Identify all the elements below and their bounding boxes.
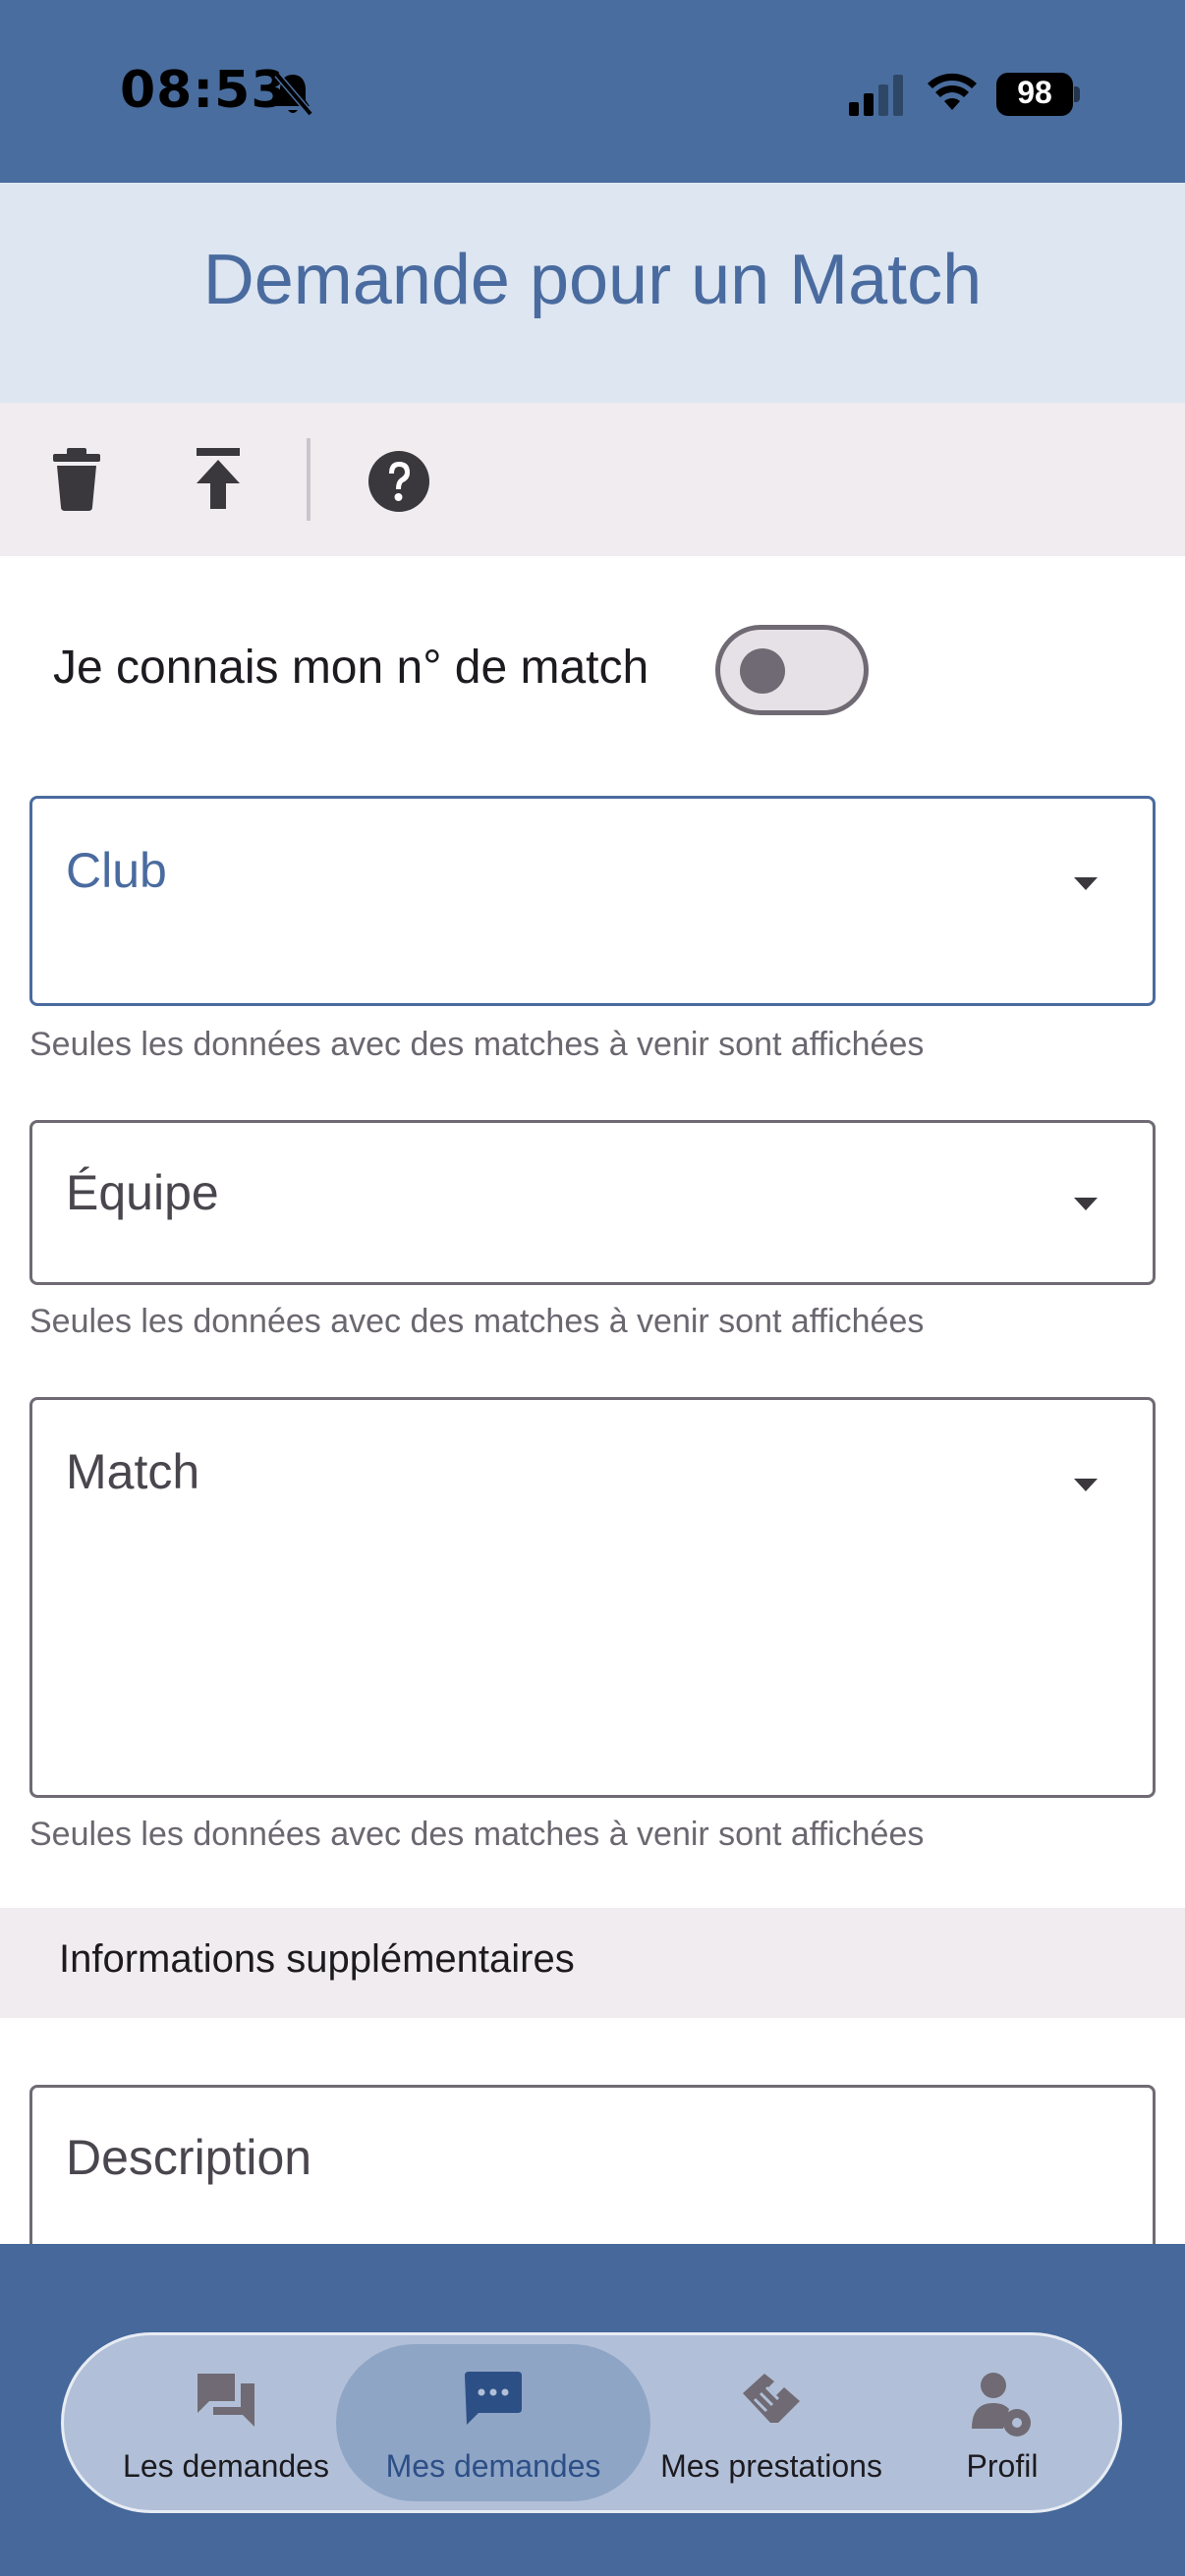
match-number-toggle-label: Je connais mon n° de match	[53, 642, 649, 694]
chat-bubbles-icon	[198, 2374, 254, 2427]
bell-muted-icon	[274, 72, 313, 117]
match-select[interactable]: Match	[29, 1397, 1156, 1798]
status-time: 08:53	[120, 61, 288, 120]
nav-les-demandes[interactable]: Les demandes	[110, 2362, 342, 2490]
toolbar-divider	[307, 438, 310, 521]
user-settings-icon	[972, 2373, 1031, 2436]
chevron-down-icon	[1074, 1479, 1098, 1491]
club-select-label: Club	[66, 843, 167, 898]
message-dots-icon	[465, 2372, 522, 2425]
club-select[interactable]: Club	[29, 796, 1156, 1006]
chevron-down-icon	[1074, 877, 1098, 890]
handshake-icon	[743, 2374, 800, 2423]
nav-mes-demandes[interactable]: Mes demandes	[375, 2362, 611, 2490]
page-title: Demande pour un Match	[202, 241, 983, 319]
nav-mes-prestations[interactable]: Mes prestations	[649, 2362, 894, 2490]
wifi-icon	[928, 73, 977, 110]
status-bar: 08:53 98	[0, 0, 1185, 183]
description-label: Description	[66, 2130, 312, 2185]
toolbar	[0, 403, 1185, 556]
nav-profil[interactable]: Profil	[924, 2362, 1081, 2490]
toggle-knob	[740, 648, 785, 694]
upload-icon[interactable]	[193, 448, 244, 511]
nav-label: Mes demandes	[385, 2448, 601, 2484]
chevron-down-icon	[1074, 1198, 1098, 1210]
club-helper-text: Seules les données avec des matches à ve…	[29, 1026, 925, 1063]
section-title: Informations supplémentaires	[59, 1937, 575, 1981]
match-select-label: Match	[66, 1444, 200, 1499]
trash-icon[interactable]	[51, 448, 102, 511]
nav-label: Mes prestations	[660, 2448, 882, 2484]
nav-label: Les demandes	[123, 2448, 329, 2484]
help-icon[interactable]	[367, 450, 430, 513]
battery-level: 98	[1017, 75, 1052, 110]
match-number-toggle[interactable]	[715, 625, 869, 715]
team-select-label: Équipe	[66, 1165, 219, 1220]
team-select[interactable]: Équipe	[29, 1120, 1156, 1285]
match-helper-text: Seules les données avec des matches à ve…	[29, 1816, 925, 1853]
cellular-signal-icon	[849, 75, 903, 116]
nav-label: Profil	[966, 2448, 1039, 2484]
battery-icon: 98	[996, 73, 1080, 116]
team-helper-text: Seules les données avec des matches à ve…	[29, 1303, 925, 1340]
